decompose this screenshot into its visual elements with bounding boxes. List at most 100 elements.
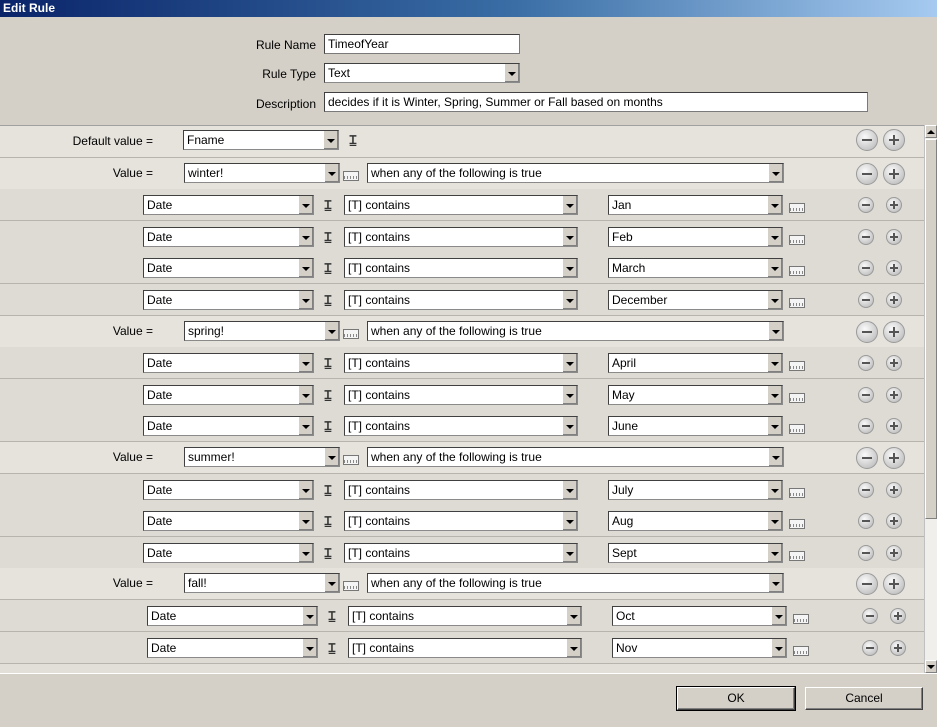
remove-condition-button[interactable] bbox=[858, 545, 874, 561]
add-group-button[interactable] bbox=[883, 573, 905, 595]
keyboard-icon[interactable] bbox=[343, 581, 359, 591]
ok-button[interactable]: OK bbox=[676, 686, 796, 711]
chevron-down-icon[interactable] bbox=[767, 481, 782, 499]
formula-icon[interactable]: Ɪ bbox=[325, 640, 339, 656]
scroll-thumb[interactable] bbox=[925, 139, 937, 519]
chevron-down-icon[interactable] bbox=[768, 574, 783, 592]
formula-icon[interactable]: Ɪ bbox=[321, 355, 335, 371]
chevron-down-icon[interactable] bbox=[767, 228, 782, 246]
remove-condition-button[interactable] bbox=[858, 482, 874, 498]
group-condition-select[interactable]: when any of the following is true bbox=[367, 321, 784, 341]
condition-operator-select[interactable]: [T] contains bbox=[344, 543, 578, 563]
remove-condition-button[interactable] bbox=[858, 197, 874, 213]
chevron-down-icon[interactable] bbox=[562, 481, 577, 499]
cancel-button[interactable]: Cancel bbox=[805, 687, 923, 710]
condition-operator-select[interactable]: [T] contains bbox=[344, 258, 578, 278]
chevron-down-icon[interactable] bbox=[562, 354, 577, 372]
chevron-down-icon[interactable] bbox=[562, 196, 577, 214]
chevron-down-icon[interactable] bbox=[298, 354, 313, 372]
chevron-down-icon[interactable] bbox=[324, 574, 339, 592]
condition-operator-select[interactable]: [T] contains bbox=[348, 638, 582, 658]
scroll-down-icon[interactable] bbox=[925, 660, 937, 673]
condition-field-select[interactable]: Date bbox=[147, 638, 318, 658]
chevron-down-icon[interactable] bbox=[562, 291, 577, 309]
add-condition-button[interactable] bbox=[886, 292, 902, 308]
formula-icon[interactable]: Ɪ bbox=[321, 229, 335, 245]
chevron-down-icon[interactable] bbox=[767, 544, 782, 562]
condition-field-select[interactable]: Date bbox=[143, 258, 314, 278]
remove-group-button[interactable] bbox=[856, 321, 878, 343]
chevron-down-icon[interactable] bbox=[767, 417, 782, 435]
condition-value-select[interactable]: Oct bbox=[612, 606, 787, 626]
keyboard-icon[interactable] bbox=[789, 551, 805, 561]
group-value-select[interactable]: winter! bbox=[184, 163, 340, 183]
formula-icon[interactable]: Ɪ bbox=[321, 545, 335, 561]
chevron-down-icon[interactable] bbox=[767, 386, 782, 404]
chevron-down-icon[interactable] bbox=[767, 259, 782, 277]
condition-value-select[interactable]: Nov bbox=[612, 638, 787, 658]
chevron-down-icon[interactable] bbox=[767, 291, 782, 309]
condition-operator-select[interactable]: [T] contains bbox=[344, 290, 578, 310]
chevron-down-icon[interactable] bbox=[298, 228, 313, 246]
condition-field-select[interactable]: Date bbox=[143, 511, 314, 531]
formula-icon[interactable]: Ɪ bbox=[325, 608, 339, 624]
add-condition-button[interactable] bbox=[886, 197, 902, 213]
remove-condition-button[interactable] bbox=[858, 260, 874, 276]
chevron-down-icon[interactable] bbox=[771, 639, 786, 657]
chevron-down-icon[interactable] bbox=[298, 386, 313, 404]
remove-condition-button[interactable] bbox=[858, 355, 874, 371]
condition-field-select[interactable]: Date bbox=[143, 195, 314, 215]
description-input[interactable]: decides if it is Winter, Spring, Summer … bbox=[324, 92, 868, 112]
formula-icon[interactable]: Ɪ bbox=[321, 387, 335, 403]
remove-group-button[interactable] bbox=[856, 447, 878, 469]
group-value-select[interactable]: summer! bbox=[184, 447, 340, 467]
chevron-down-icon[interactable] bbox=[324, 448, 339, 466]
keyboard-icon[interactable] bbox=[789, 298, 805, 308]
add-group-button[interactable] bbox=[883, 163, 905, 185]
chevron-down-icon[interactable] bbox=[562, 386, 577, 404]
remove-button[interactable] bbox=[856, 129, 878, 151]
condition-value-select[interactable]: Aug bbox=[608, 511, 783, 531]
default-value-select[interactable]: Fname bbox=[183, 130, 339, 150]
condition-value-select[interactable]: March bbox=[608, 258, 783, 278]
group-value-select[interactable]: fall! bbox=[184, 573, 340, 593]
chevron-down-icon[interactable] bbox=[298, 544, 313, 562]
condition-field-select[interactable]: Date bbox=[147, 606, 318, 626]
condition-value-select[interactable]: Feb bbox=[608, 227, 783, 247]
remove-condition-button[interactable] bbox=[858, 292, 874, 308]
formula-icon[interactable]: Ɪ bbox=[321, 418, 335, 434]
add-condition-button[interactable] bbox=[886, 482, 902, 498]
rule-type-select[interactable]: Text bbox=[324, 63, 520, 83]
chevron-down-icon[interactable] bbox=[302, 607, 317, 625]
chevron-down-icon[interactable] bbox=[298, 481, 313, 499]
chevron-down-icon[interactable] bbox=[504, 64, 519, 82]
chevron-down-icon[interactable] bbox=[562, 228, 577, 246]
condition-field-select[interactable]: Date bbox=[143, 227, 314, 247]
condition-operator-select[interactable]: [T] contains bbox=[344, 195, 578, 215]
chevron-down-icon[interactable] bbox=[324, 322, 339, 340]
chevron-down-icon[interactable] bbox=[566, 639, 581, 657]
add-condition-button[interactable] bbox=[886, 545, 902, 561]
keyboard-icon[interactable] bbox=[789, 266, 805, 276]
condition-operator-select[interactable]: [T] contains bbox=[344, 416, 578, 436]
chevron-down-icon[interactable] bbox=[767, 354, 782, 372]
add-condition-button[interactable] bbox=[886, 418, 902, 434]
vertical-scrollbar[interactable] bbox=[924, 125, 937, 673]
add-condition-button[interactable] bbox=[886, 260, 902, 276]
keyboard-icon[interactable] bbox=[793, 646, 809, 656]
formula-icon[interactable]: Ɪ bbox=[321, 513, 335, 529]
remove-condition-button[interactable] bbox=[862, 640, 878, 656]
chevron-down-icon[interactable] bbox=[767, 196, 782, 214]
condition-operator-select[interactable]: [T] contains bbox=[344, 227, 578, 247]
chevron-down-icon[interactable] bbox=[298, 196, 313, 214]
chevron-down-icon[interactable] bbox=[298, 291, 313, 309]
scroll-up-icon[interactable] bbox=[925, 125, 937, 138]
chevron-down-icon[interactable] bbox=[562, 417, 577, 435]
chevron-down-icon[interactable] bbox=[324, 164, 339, 182]
condition-field-select[interactable]: Date bbox=[143, 543, 314, 563]
condition-operator-select[interactable]: [T] contains bbox=[344, 480, 578, 500]
remove-condition-button[interactable] bbox=[858, 387, 874, 403]
keyboard-icon[interactable] bbox=[343, 171, 359, 181]
add-button[interactable] bbox=[883, 129, 905, 151]
chevron-down-icon[interactable] bbox=[323, 131, 338, 149]
